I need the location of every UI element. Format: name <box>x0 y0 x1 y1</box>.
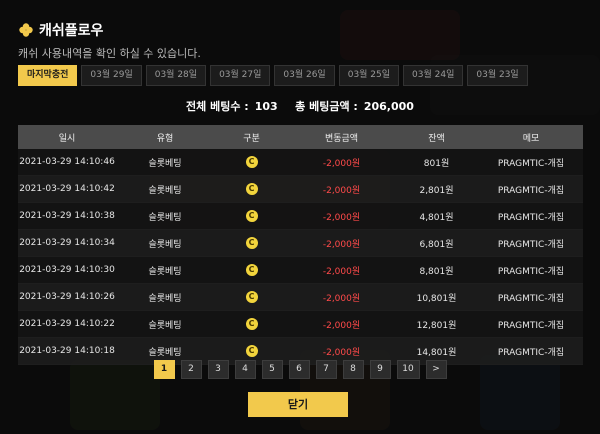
cell-type: 슬롯베팅 <box>116 202 214 230</box>
cell-change-amount: -2,000원 <box>289 283 394 311</box>
tab-0326[interactable]: 03월 26일 <box>274 65 335 86</box>
cell-memo: PRAGMTIC-개집 <box>479 310 583 338</box>
cell-category: C <box>214 175 289 203</box>
header-memo: 메모 <box>479 125 583 149</box>
coin-icon: C <box>245 210 258 222</box>
table-row: 2021-03-29 14:10:46 슬롯베팅 C -2,000원 801원 … <box>18 149 583 176</box>
header-datetime: 일시 <box>18 125 116 149</box>
table-header-row: 일시 유형 구분 변동금액 잔액 메모 <box>18 125 583 149</box>
cell-balance: 801원 <box>394 149 479 176</box>
cell-category: C <box>214 310 289 338</box>
table-row: 2021-03-29 14:10:42 슬롯베팅 C -2,000원 2,801… <box>18 175 583 203</box>
page-title: 캐쉬플로우 <box>39 23 104 39</box>
tab-0328[interactable]: 03월 28일 <box>145 65 207 86</box>
cell-balance: 4,801원 <box>394 202 479 230</box>
header-balance: 잔액 <box>394 125 479 149</box>
cell-balance: 12,801원 <box>394 310 479 338</box>
page-4-button[interactable]: 4 <box>234 360 256 379</box>
cell-type: 슬롯베팅 <box>116 149 214 176</box>
tab-last-charge[interactable]: 마지막충전 <box>18 65 78 86</box>
cell-memo: PRAGMTIC-개집 <box>479 256 583 284</box>
cashflow-modal: 캐쉬플로우 캐쉬 사용내역을 확인 하실 수 있습니다. 마지막충전 03월 2… <box>0 0 600 434</box>
cell-type: 슬롯베팅 <box>116 310 214 338</box>
header-type: 유형 <box>116 125 214 149</box>
cell-datetime: 2021-03-29 14:10:26 <box>18 283 116 311</box>
total-amount-value: 206,000 <box>363 100 414 113</box>
cell-datetime: 2021-03-29 14:10:30 <box>18 256 116 284</box>
clover-icon <box>19 23 33 37</box>
next-page-button[interactable]: > <box>425 360 447 379</box>
cell-memo: PRAGMTIC-개집 <box>479 283 583 311</box>
page-9-button[interactable]: 9 <box>369 360 391 379</box>
cell-datetime: 2021-03-29 14:10:38 <box>18 202 116 230</box>
page-5-button[interactable]: 5 <box>261 360 283 379</box>
tab-0323[interactable]: 03월 23일 <box>467 65 528 86</box>
cell-memo: PRAGMTIC-개집 <box>479 202 583 230</box>
transaction-table: 일시 유형 구분 변동금액 잔액 메모 2021-03-29 14:10:46 … <box>18 125 583 365</box>
table-row: 2021-03-29 14:10:30 슬롯베팅 C -2,000원 8,801… <box>18 256 583 284</box>
cell-memo: PRAGMTIC-개집 <box>479 149 583 176</box>
cell-balance: 6,801원 <box>394 229 479 257</box>
table-row: 2021-03-29 14:10:38 슬롯베팅 C -2,000원 4,801… <box>18 202 583 230</box>
cell-category: C <box>214 283 289 311</box>
cell-type: 슬롯베팅 <box>116 175 214 203</box>
modal-header: 캐쉬플로우 <box>18 20 103 40</box>
page-subtitle: 캐쉬 사용내역을 확인 하실 수 있습니다. <box>18 47 201 60</box>
coin-icon: C <box>245 318 258 330</box>
betting-summary: 전체 베팅수 : 103 총 베팅금액 : 206,000 <box>0 98 600 114</box>
table-row: 2021-03-29 14:10:22 슬롯베팅 C -2,000원 12,80… <box>18 310 583 338</box>
cell-change-amount: -2,000원 <box>289 310 394 338</box>
table-row: 2021-03-29 14:10:34 슬롯베팅 C -2,000원 6,801… <box>18 229 583 257</box>
page-3-button[interactable]: 3 <box>207 360 229 379</box>
page-7-button[interactable]: 7 <box>315 360 337 379</box>
total-bets-label: 전체 베팅수 : <box>186 100 249 113</box>
cell-balance: 10,801원 <box>394 283 479 311</box>
cell-category: C <box>214 202 289 230</box>
page-6-button[interactable]: 6 <box>288 360 310 379</box>
page-2-button[interactable]: 2 <box>180 360 202 379</box>
cell-memo: PRAGMTIC-개집 <box>479 229 583 257</box>
coin-icon: C <box>245 264 258 276</box>
page-8-button[interactable]: 8 <box>342 360 364 379</box>
cell-datetime: 2021-03-29 14:10:46 <box>18 149 116 176</box>
total-amount-label: 총 베팅금액 : <box>295 100 358 113</box>
tab-0324[interactable]: 03월 24일 <box>403 65 464 86</box>
tab-0327[interactable]: 03월 27일 <box>210 65 271 86</box>
close-button[interactable]: 닫기 <box>248 392 348 417</box>
cell-datetime: 2021-03-29 14:10:34 <box>18 229 116 257</box>
cell-change-amount: -2,000원 <box>289 256 394 284</box>
coin-icon: C <box>245 291 258 303</box>
pagination: 1 2 3 4 5 6 7 8 9 10 > <box>0 360 600 379</box>
cell-change-amount: -2,000원 <box>289 229 394 257</box>
cell-type: 슬롯베팅 <box>116 256 214 284</box>
total-bets-value: 103 <box>254 100 278 113</box>
page-1-button[interactable]: 1 <box>153 360 175 379</box>
header-category: 구분 <box>214 125 289 149</box>
coin-icon: C <box>245 156 258 168</box>
cell-change-amount: -2,000원 <box>289 149 394 176</box>
cell-type: 슬롯베팅 <box>116 283 214 311</box>
header-change-amount: 변동금액 <box>289 125 394 149</box>
table-row: 2021-03-29 14:10:26 슬롯베팅 C -2,000원 10,80… <box>18 283 583 311</box>
coin-icon: C <box>245 183 258 195</box>
cell-category: C <box>214 229 289 257</box>
cell-category: C <box>214 149 289 176</box>
date-tabs: 마지막충전 03월 29일 03월 28일 03월 27일 03월 26일 03… <box>18 65 528 86</box>
cell-datetime: 2021-03-29 14:10:22 <box>18 310 116 338</box>
cell-memo: PRAGMTIC-개집 <box>479 175 583 203</box>
cell-type: 슬롯베팅 <box>116 229 214 257</box>
page-10-button[interactable]: 10 <box>396 360 420 379</box>
cell-change-amount: -2,000원 <box>289 175 394 203</box>
coin-icon: C <box>245 345 258 357</box>
cell-balance: 8,801원 <box>394 256 479 284</box>
cell-category: C <box>214 256 289 284</box>
coin-icon: C <box>245 237 258 249</box>
tab-0325[interactable]: 03월 25일 <box>338 65 400 86</box>
cell-balance: 2,801원 <box>394 175 479 203</box>
cell-datetime: 2021-03-29 14:10:42 <box>18 175 116 203</box>
tab-0329[interactable]: 03월 29일 <box>81 65 142 86</box>
cell-change-amount: -2,000원 <box>289 202 394 230</box>
